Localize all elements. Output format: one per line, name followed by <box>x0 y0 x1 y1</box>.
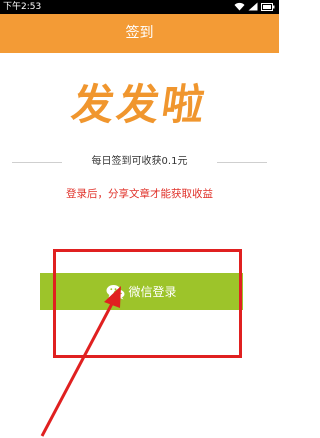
signal-icon <box>248 2 258 11</box>
brand-logo-text: 发发啦 <box>68 80 211 129</box>
reward-text: 每日签到可收获0.1元 <box>91 156 188 167</box>
annotation-arrow <box>40 286 121 437</box>
login-button-label: 微信登录 <box>128 285 177 299</box>
status-icons <box>234 2 275 11</box>
login-notice: 登录后，分享文章才能获取收益 <box>66 188 213 200</box>
wechat-login-button[interactable]: 微信登录 <box>40 273 243 310</box>
sign-in-page: 下午2:53 签到 发发啦 每日签到可收获0.1元 登录后，分享文章才能获取收益… <box>0 0 279 438</box>
divider-left <box>12 162 62 163</box>
page-title: 签到 <box>125 25 154 41</box>
app-header: 签到 <box>0 14 279 53</box>
status-time: 下午2:53 <box>3 2 42 12</box>
wechat-icon <box>106 284 126 300</box>
reward-info: 每日签到可收获0.1元 <box>12 155 267 169</box>
wifi-icon <box>234 2 245 11</box>
battery-icon <box>261 2 275 11</box>
divider-right <box>217 162 267 163</box>
status-bar: 下午2:53 <box>0 0 279 14</box>
